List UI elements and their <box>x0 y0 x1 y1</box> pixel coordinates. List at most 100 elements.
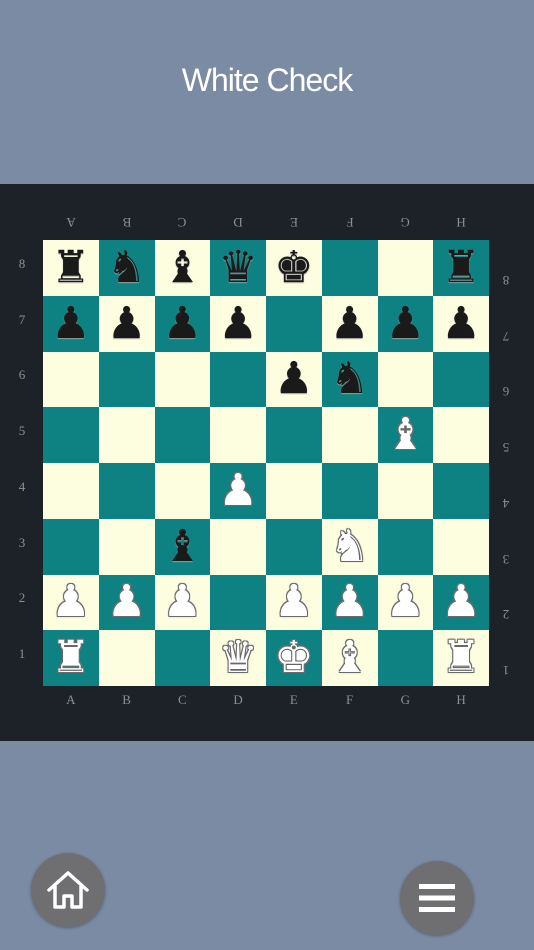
square-b2[interactable]: ♟ <box>98 574 155 631</box>
white-pawn-icon[interactable]: ♟ <box>274 580 313 624</box>
square-a8[interactable]: ♜ <box>43 240 99 296</box>
square-a5[interactable] <box>43 407 99 463</box>
square-f6[interactable]: ♞ <box>321 351 378 408</box>
file-label-c: C <box>178 692 187 707</box>
square-g1[interactable] <box>377 630 434 686</box>
square-g8[interactable] <box>377 240 434 296</box>
square-b5[interactable] <box>98 407 155 463</box>
square-b7[interactable]: ♟ <box>98 295 155 352</box>
square-c8[interactable]: ♝ <box>154 240 211 296</box>
chess-board[interactable]: ♜ ♞ ♝ ♛ ♚ ♜ ♟ ♟ ♟ ♟ ♟ ♟ ♟ ♟ ♞ ♝ ♟ ♝ ♞ ♟ ♟ ♟ ♟ ♟ ♟ ♟ ♜ ♛ ♚ ♝ ♜ <box>43 240 489 686</box>
square-d2[interactable] <box>210 574 266 631</box>
square-a6[interactable] <box>43 351 99 408</box>
square-g3[interactable] <box>377 518 434 575</box>
square-e1[interactable]: ♚ <box>266 630 322 686</box>
square-f8[interactable] <box>321 240 378 296</box>
white-queen-icon[interactable]: ♛ <box>218 636 257 680</box>
square-h5[interactable] <box>433 407 489 463</box>
white-pawn-icon[interactable]: ♟ <box>51 580 90 624</box>
square-e3[interactable] <box>266 518 322 575</box>
white-pawn-icon[interactable]: ♟ <box>163 580 202 624</box>
black-pawn-icon[interactable]: ♟ <box>274 357 313 401</box>
black-bishop-icon[interactable]: ♝ <box>163 245 202 290</box>
black-king-icon[interactable]: ♚ <box>274 245 313 290</box>
square-h1[interactable]: ♜ <box>433 630 489 686</box>
square-h6[interactable] <box>433 351 489 408</box>
square-h4[interactable] <box>433 463 489 519</box>
square-h8[interactable]: ♜ <box>433 240 489 296</box>
square-c6[interactable] <box>154 351 211 408</box>
square-d8[interactable]: ♛ <box>210 240 266 296</box>
square-g2[interactable]: ♟ <box>377 574 434 631</box>
square-h3[interactable] <box>433 518 489 575</box>
square-h7[interactable]: ♟ <box>433 295 489 352</box>
square-f7[interactable]: ♟ <box>321 295 378 352</box>
square-b1[interactable] <box>98 630 155 686</box>
square-d6[interactable] <box>210 351 266 408</box>
square-b8[interactable]: ♞ <box>98 240 155 296</box>
square-a1[interactable]: ♜ <box>43 630 99 686</box>
square-e8[interactable]: ♚ <box>266 240 322 296</box>
white-pawn-icon[interactable]: ♟ <box>218 468 257 513</box>
square-e4[interactable] <box>266 463 322 519</box>
white-pawn-icon[interactable]: ♟ <box>330 580 369 624</box>
square-b3[interactable] <box>98 518 155 575</box>
white-king-icon[interactable]: ♚ <box>274 636 313 680</box>
black-pawn-icon[interactable]: ♟ <box>330 301 369 346</box>
square-g5[interactable]: ♝ <box>377 407 434 463</box>
black-pawn-icon[interactable]: ♟ <box>218 301 257 346</box>
square-g6[interactable] <box>377 351 434 408</box>
black-rook-icon[interactable]: ♜ <box>51 245 90 290</box>
square-g7[interactable]: ♟ <box>377 295 434 352</box>
square-f3[interactable]: ♞ <box>321 518 378 575</box>
file-label-h: H <box>456 692 466 707</box>
square-c3[interactable]: ♝ <box>154 518 211 575</box>
square-e5[interactable] <box>266 407 322 463</box>
square-b6[interactable] <box>98 351 155 408</box>
black-pawn-icon[interactable]: ♟ <box>51 301 90 346</box>
black-pawn-icon[interactable]: ♟ <box>441 301 480 346</box>
black-pawn-icon[interactable]: ♟ <box>107 301 146 346</box>
square-c2[interactable]: ♟ <box>154 574 211 631</box>
square-f5[interactable] <box>321 407 378 463</box>
black-knight-icon[interactable]: ♞ <box>107 245 146 290</box>
black-rook-icon[interactable]: ♜ <box>441 245 480 290</box>
black-bishop-icon[interactable]: ♝ <box>163 524 202 569</box>
square-f4[interactable] <box>321 463 378 519</box>
menu-button[interactable] <box>400 861 474 935</box>
white-rook-icon[interactable]: ♜ <box>51 636 90 680</box>
square-h2[interactable]: ♟ <box>433 574 489 631</box>
white-bishop-icon[interactable]: ♝ <box>386 413 425 457</box>
white-pawn-icon[interactable]: ♟ <box>107 580 146 624</box>
square-a2[interactable]: ♟ <box>43 574 99 631</box>
square-a3[interactable] <box>43 518 99 575</box>
square-c5[interactable] <box>154 407 211 463</box>
square-e6[interactable]: ♟ <box>266 351 322 408</box>
square-c1[interactable] <box>154 630 211 686</box>
black-queen-icon[interactable]: ♛ <box>218 245 257 290</box>
square-d1[interactable]: ♛ <box>210 630 266 686</box>
square-e2[interactable]: ♟ <box>266 574 322 631</box>
square-f2[interactable]: ♟ <box>321 574 378 631</box>
black-knight-icon[interactable]: ♞ <box>330 357 369 401</box>
square-d5[interactable] <box>210 407 266 463</box>
white-bishop-icon[interactable]: ♝ <box>330 636 369 680</box>
home-button[interactable] <box>31 853 105 927</box>
white-knight-icon[interactable]: ♞ <box>330 524 369 569</box>
square-b4[interactable] <box>98 463 155 519</box>
white-pawn-icon[interactable]: ♟ <box>386 580 425 624</box>
square-d7[interactable]: ♟ <box>210 295 266 352</box>
square-c4[interactable] <box>154 463 211 519</box>
square-e7[interactable] <box>266 295 322 352</box>
black-pawn-icon[interactable]: ♟ <box>386 301 425 346</box>
square-d3[interactable] <box>210 518 266 575</box>
square-d4[interactable]: ♟ <box>210 463 266 519</box>
square-c7[interactable]: ♟ <box>154 295 211 352</box>
white-pawn-icon[interactable]: ♟ <box>441 580 480 624</box>
white-rook-icon[interactable]: ♜ <box>441 636 480 680</box>
square-g4[interactable] <box>377 463 434 519</box>
square-a7[interactable]: ♟ <box>43 295 99 352</box>
square-f1[interactable]: ♝ <box>321 630 378 686</box>
black-pawn-icon[interactable]: ♟ <box>163 301 202 346</box>
square-a4[interactable] <box>43 463 99 519</box>
